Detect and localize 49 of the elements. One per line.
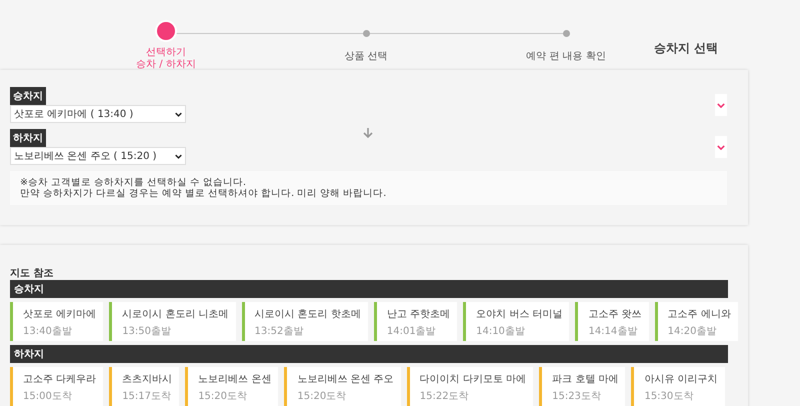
chevron-down-icon [717,144,725,150]
stop-name: 고소주 다케우라 [23,373,96,386]
dropdown-button[interactable] [715,136,727,158]
stop-name: 오야치 버스 터미널 [476,308,562,321]
stop-time: 15:00도착 [23,390,73,403]
stop-time: 15:17도착 [122,390,172,403]
page-title: 승차지 선택 [654,40,718,57]
notice-text: ※승차 고객별로 승하차지를 선택하실 수 없습니다. [20,177,248,188]
step-label: 선택하기 [146,48,186,58]
stop-name: 다이이치 다키모토 마에 [420,373,526,386]
stop-name: 시로이시 혼도리 핫초메 [254,308,361,321]
stop-time: 13:50출발 [122,325,172,338]
stop-time: 15:30도착 [644,390,694,403]
stop-time: 15:20도착 [297,390,348,403]
stop-name: 삿포로 에키마에 [23,308,96,321]
notice-text: 만약 승하차지가 다르실 경우는 예약 별로 선택하셔야 합니다. 미리 양해 바랍니다. [20,188,388,199]
stop-time: 14:01출발 [386,325,437,338]
select-field[interactable]: 노보리베쓰 온센 주오 ( 15:20 ) [10,147,186,165]
stop-name: 난고 주핫초메 [386,308,450,321]
stop-name: 노보리베쓰 온센 주오 [297,373,394,386]
stop-name: 고소주 에니와 [668,308,731,321]
stop-name: 파크 호텔 마에 [552,373,618,386]
stop-time: 14:10출발 [476,325,526,338]
step-label: 예약 편 내용 확인 [526,52,606,62]
stop-time: 15:22도착 [420,390,470,403]
step-sublabel: 승차 / 하차지 [136,60,196,70]
stop-time: 13:40출발 [23,325,73,338]
stop-time: 15:20도착 [198,390,248,403]
stop-time: 14:20출발 [668,325,718,338]
section-header: 승차지 [10,280,728,298]
stop-time: 15:23도착 [552,390,602,403]
stop-name: 아시유 이리구치 [644,373,718,386]
stop-name: 츠츠지바시 [122,373,172,386]
arrow-down-icon [362,127,374,139]
stop-name: 노보리베쓰 온센 [198,373,272,386]
field-label: 하차지 [10,129,46,147]
stop-time: 14:14출발 [588,325,638,338]
select-field[interactable]: 삿포로 에키마에 ( 13:40 ) [10,105,186,123]
section-title: 지도 참조 [10,267,54,280]
stop-name: 고소주 왓쓰 [588,308,642,321]
field-label: 승차지 [10,87,46,105]
stop-name: 시로이시 혼도리 니초메 [122,308,229,321]
step-label: 상품 선택 [344,52,388,62]
chevron-down-icon [175,154,182,158]
stop-time: 13:52출발 [254,325,304,338]
dropdown-button[interactable] [715,94,727,116]
chevron-down-icon [717,102,725,108]
chevron-down-icon [175,112,182,116]
section-header: 하차지 [10,345,728,363]
